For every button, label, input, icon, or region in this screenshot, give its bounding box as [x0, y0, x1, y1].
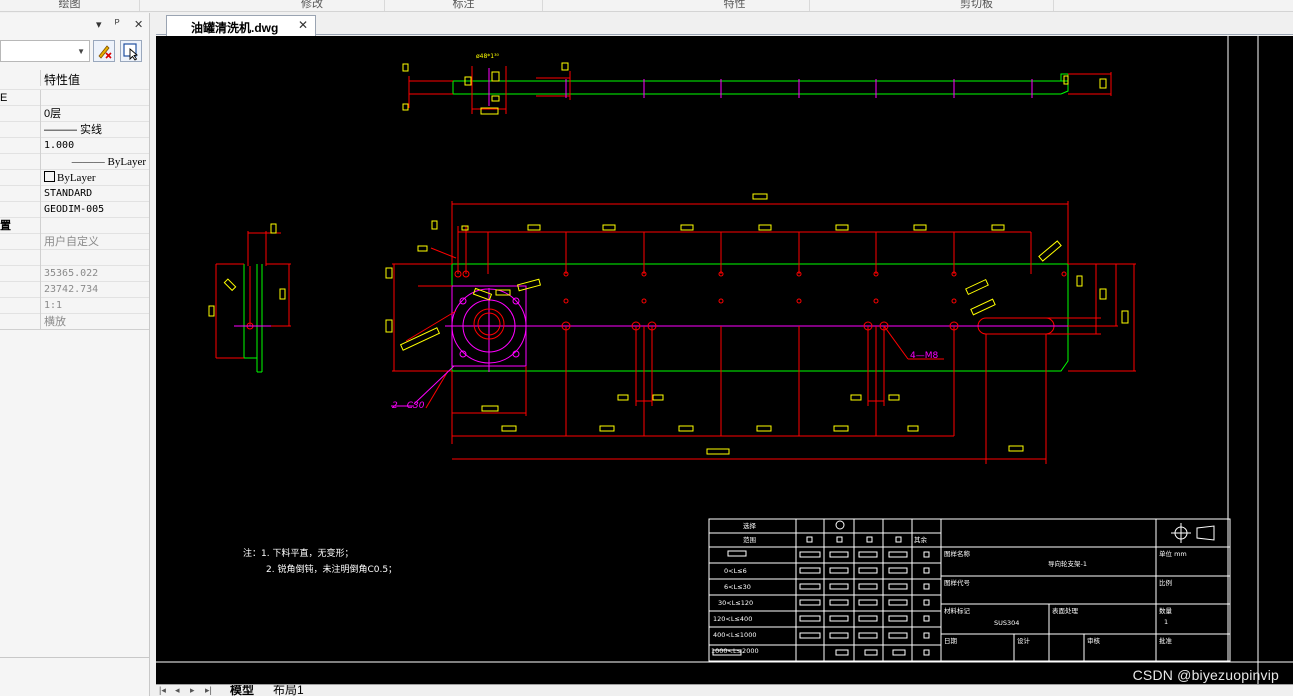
property-row-width[interactable]: 35365.022: [0, 266, 149, 282]
color-swatch: [44, 171, 55, 182]
svg-text:图样代号: 图样代号: [944, 578, 971, 587]
watermark: CSDN @biyezuopinvip: [1132, 667, 1279, 683]
palette-pin-icon[interactable]: ᴾ: [115, 18, 120, 30]
svg-text:表面处理: 表面处理: [1052, 606, 1079, 615]
ribbon-strip: 绘图 修改 标注 特性 剪切板: [0, 0, 1293, 12]
chevron-down-icon: ▼: [77, 47, 85, 56]
property-row-dim-style[interactable]: GEODIM-005: [0, 202, 149, 218]
svg-text:图样名称: 图样名称: [944, 549, 971, 558]
layout-tabbar: |◂ ◂ ▸ ▸| 模型 布局1: [156, 684, 1293, 696]
top-symbol-label: ø48*1³⁰: [476, 53, 500, 60]
document-tab-title: 油罐清洗机.dwg: [191, 21, 279, 35]
palette-titlebar: ▾ ᴾ ✕: [0, 13, 149, 37]
property-row-orientation[interactable]: 横放: [0, 314, 149, 330]
svg-text:日期: 日期: [944, 637, 958, 645]
ribbon-group-clipboard[interactable]: 剪切板: [900, 0, 1054, 11]
toggle-pickadd-button[interactable]: [93, 40, 115, 62]
chamfer-callout-label: 2—C30: [392, 401, 425, 411]
ribbon-group-properties[interactable]: 特性: [660, 0, 810, 11]
select-objects-icon: [123, 43, 139, 61]
tab-layout1[interactable]: 布局1: [273, 685, 304, 696]
svg-text:材料标记: 材料标记: [944, 606, 971, 615]
svg-text:选择: 选择: [743, 521, 757, 530]
title-block: [708, 518, 1231, 662]
property-section-general[interactable]: E: [0, 90, 149, 106]
palette-menu-icon[interactable]: ▾: [96, 18, 102, 31]
property-value-column-header: 特性值: [44, 73, 81, 86]
property-grid-header: 特性值: [0, 70, 149, 90]
property-row-linetype-scale[interactable]: 1.000: [0, 138, 149, 154]
document-tabbar: 油罐清洗机.dwg ✕: [156, 13, 1293, 36]
cad-drawing: ø48*1³⁰ 4—M8 2—C30 注：1. 下料平直，无变形； 2. 锐角倒…: [156, 36, 1293, 684]
svg-text:设计: 设计: [1017, 636, 1031, 645]
svg-text:6<L≤30: 6<L≤30: [724, 583, 751, 591]
holes-callout-label: 4—M8: [910, 351, 938, 361]
ribbon-group-annotate[interactable]: 标注: [385, 0, 543, 11]
ribbon-group-modify[interactable]: 修改: [240, 0, 385, 11]
object-type-select[interactable]: ▼: [0, 40, 90, 62]
property-row-text-style[interactable]: STANDARD: [0, 186, 149, 202]
document-tab-close-icon[interactable]: ✕: [298, 18, 308, 32]
property-row-paper[interactable]: 用户自定义: [0, 234, 149, 250]
svg-text:数量: 数量: [1159, 606, 1173, 615]
title-block-text: 选择 范围 其余 0<L≤6 6<L≤30 30<L≤120 120<L≤400…: [711, 521, 1187, 655]
properties-palette: ▾ ᴾ ✕ ▼ 特性值 E 0层 ——— 实线 1.000 ——— ByLaye…: [0, 13, 150, 696]
svg-text:SUS304: SUS304: [994, 619, 1019, 627]
property-row-color[interactable]: ByLayer: [0, 170, 149, 186]
prev-layout-icon[interactable]: ◂: [175, 685, 180, 696]
property-grid: 特性值 E 0层 ——— 实线 1.000 ——— ByLayer ByLaye…: [0, 70, 149, 330]
last-layout-icon[interactable]: ▸|: [205, 685, 212, 696]
technical-notes: 注：1. 下料平直，无变形； 2. 锐角倒钝，未注明倒角C0.5；: [243, 547, 397, 575]
svg-text:批准: 批准: [1159, 636, 1173, 645]
next-layout-icon[interactable]: ▸: [190, 685, 195, 696]
svg-text:其余: 其余: [914, 535, 928, 544]
property-row-lineweight[interactable]: ——— ByLayer: [0, 154, 149, 170]
property-row-layer[interactable]: 0层: [0, 106, 149, 122]
ribbon-group-draw[interactable]: 绘图: [0, 0, 140, 11]
pickadd-icon: [98, 45, 112, 59]
svg-text:400<L≤1000: 400<L≤1000: [713, 631, 756, 639]
palette-divider: [0, 657, 149, 658]
drawing-canvas[interactable]: ø48*1³⁰ 4—M8 2—C30 注：1. 下料平直，无变形； 2. 锐角倒…: [156, 36, 1293, 684]
property-row-linetype[interactable]: ——— 实线: [0, 122, 149, 138]
svg-text:比例: 比例: [1159, 578, 1172, 587]
property-section-plot[interactable]: 置: [0, 218, 149, 234]
note-line-2: 2. 锐角倒钝，未注明倒角C0.5；: [266, 563, 397, 575]
tab-model[interactable]: 模型: [230, 685, 254, 696]
svg-text:120<L≤400: 120<L≤400: [713, 615, 752, 623]
select-objects-button[interactable]: [120, 40, 142, 62]
top-view: ø48*1³⁰: [402, 53, 1112, 115]
svg-text:审核: 审核: [1087, 636, 1101, 645]
front-view: 4—M8 2—C30: [385, 193, 1136, 464]
note-line-1: 注：1. 下料平直，无变形；: [243, 547, 353, 559]
document-tab-active[interactable]: 油罐清洗机.dwg ✕: [166, 15, 316, 36]
svg-text:1: 1: [1164, 618, 1168, 626]
svg-text:导向轮支架-1: 导向轮支架-1: [1048, 559, 1087, 568]
side-view: [208, 223, 291, 373]
svg-text:30<L≤120: 30<L≤120: [718, 599, 753, 607]
svg-text:0<L≤6: 0<L≤6: [724, 567, 747, 575]
first-layout-icon[interactable]: |◂: [159, 685, 166, 696]
property-row-blank[interactable]: [0, 250, 149, 266]
property-row-height[interactable]: 23742.734: [0, 282, 149, 298]
property-row-scale[interactable]: 1:1: [0, 298, 149, 314]
svg-text:单位 mm: 单位 mm: [1159, 549, 1187, 558]
svg-text:范围: 范围: [743, 535, 756, 544]
svg-text:1000<L≤2000: 1000<L≤2000: [711, 647, 759, 655]
palette-close-icon[interactable]: ✕: [134, 18, 143, 31]
